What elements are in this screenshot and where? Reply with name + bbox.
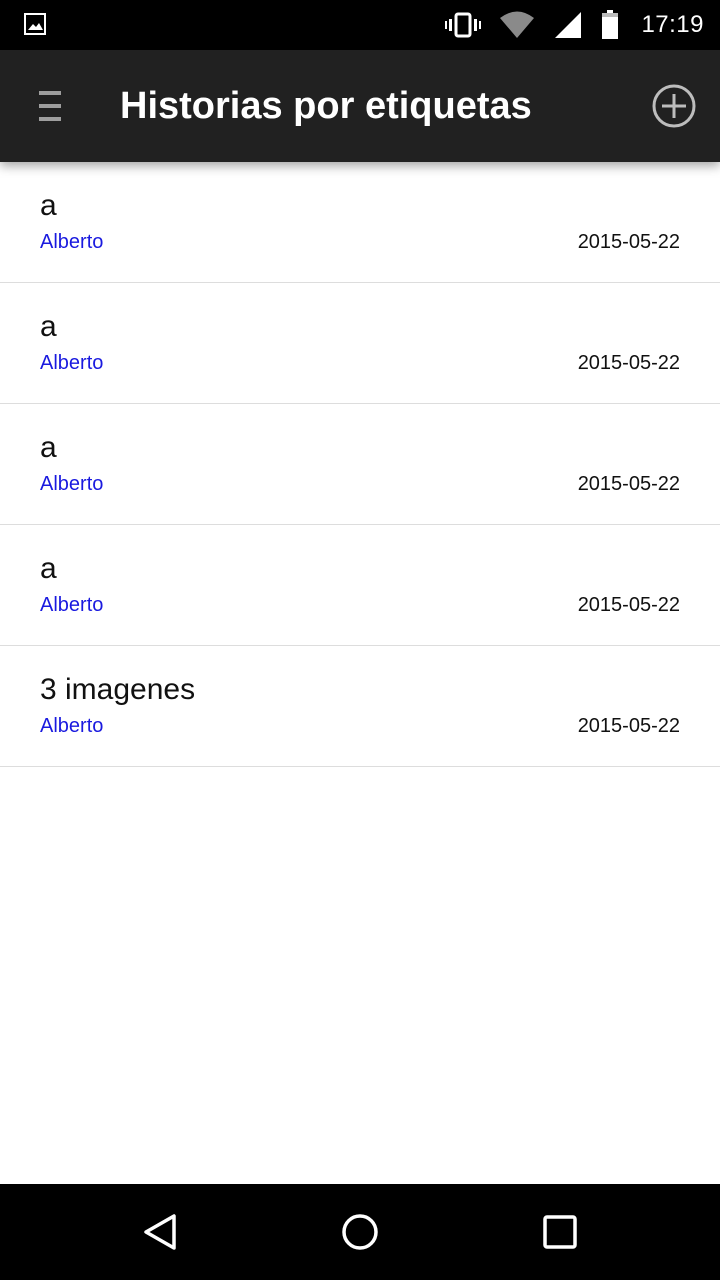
story-author-link[interactable]: Alberto: [40, 593, 103, 617]
wifi-icon: [500, 11, 535, 38]
story-title: a: [40, 431, 57, 464]
page-title: Historias por etiquetas: [120, 85, 532, 127]
status-icons: 17:19: [445, 0, 704, 50]
list-item[interactable]: a Alberto 2015-05-22: [0, 404, 720, 525]
story-date: 2015-05-22: [577, 352, 680, 374]
image-notification-icon: [24, 13, 46, 35]
vibrate-icon: [445, 12, 482, 38]
list-item[interactable]: a Alberto 2015-05-22: [0, 525, 720, 646]
story-date: 2015-05-22: [577, 473, 680, 495]
list-item[interactable]: a Alberto 2015-05-22: [0, 283, 720, 404]
recents-button[interactable]: [536, 1208, 584, 1256]
story-date: 2015-05-22: [577, 594, 680, 616]
story-title: 3 imagenes: [40, 673, 196, 706]
back-icon: [144, 1214, 176, 1250]
recents-icon: [543, 1215, 577, 1249]
story-author-link[interactable]: Alberto: [40, 230, 103, 254]
home-button[interactable]: [336, 1208, 384, 1256]
story-author-link[interactable]: Alberto: [40, 714, 103, 738]
story-title: a: [40, 189, 57, 222]
back-button[interactable]: [136, 1208, 184, 1256]
story-date: 2015-05-22: [577, 715, 680, 737]
status-time: 17:19: [641, 11, 704, 38]
cell-signal-icon: [555, 12, 582, 38]
add-circle-icon[interactable]: [650, 82, 698, 130]
list-item[interactable]: a Alberto 2015-05-22: [0, 162, 720, 283]
story-list: a Alberto 2015-05-22 a Alberto 2015-05-2…: [0, 162, 720, 767]
battery-icon: [602, 10, 619, 39]
menu-button[interactable]: [24, 78, 76, 134]
story-date: 2015-05-22: [577, 231, 680, 253]
app-bar: Historias por etiquetas: [0, 50, 720, 162]
story-author-link[interactable]: Alberto: [40, 351, 103, 375]
story-author-link[interactable]: Alberto: [40, 472, 103, 496]
status-bar: 17:19: [0, 0, 720, 50]
story-title: a: [40, 310, 57, 343]
home-icon: [342, 1214, 378, 1250]
menu-icon: [39, 91, 61, 121]
navigation-bar: [0, 1184, 720, 1280]
story-title: a: [40, 552, 57, 585]
list-item[interactable]: 3 imagenes Alberto 2015-05-22: [0, 646, 720, 767]
